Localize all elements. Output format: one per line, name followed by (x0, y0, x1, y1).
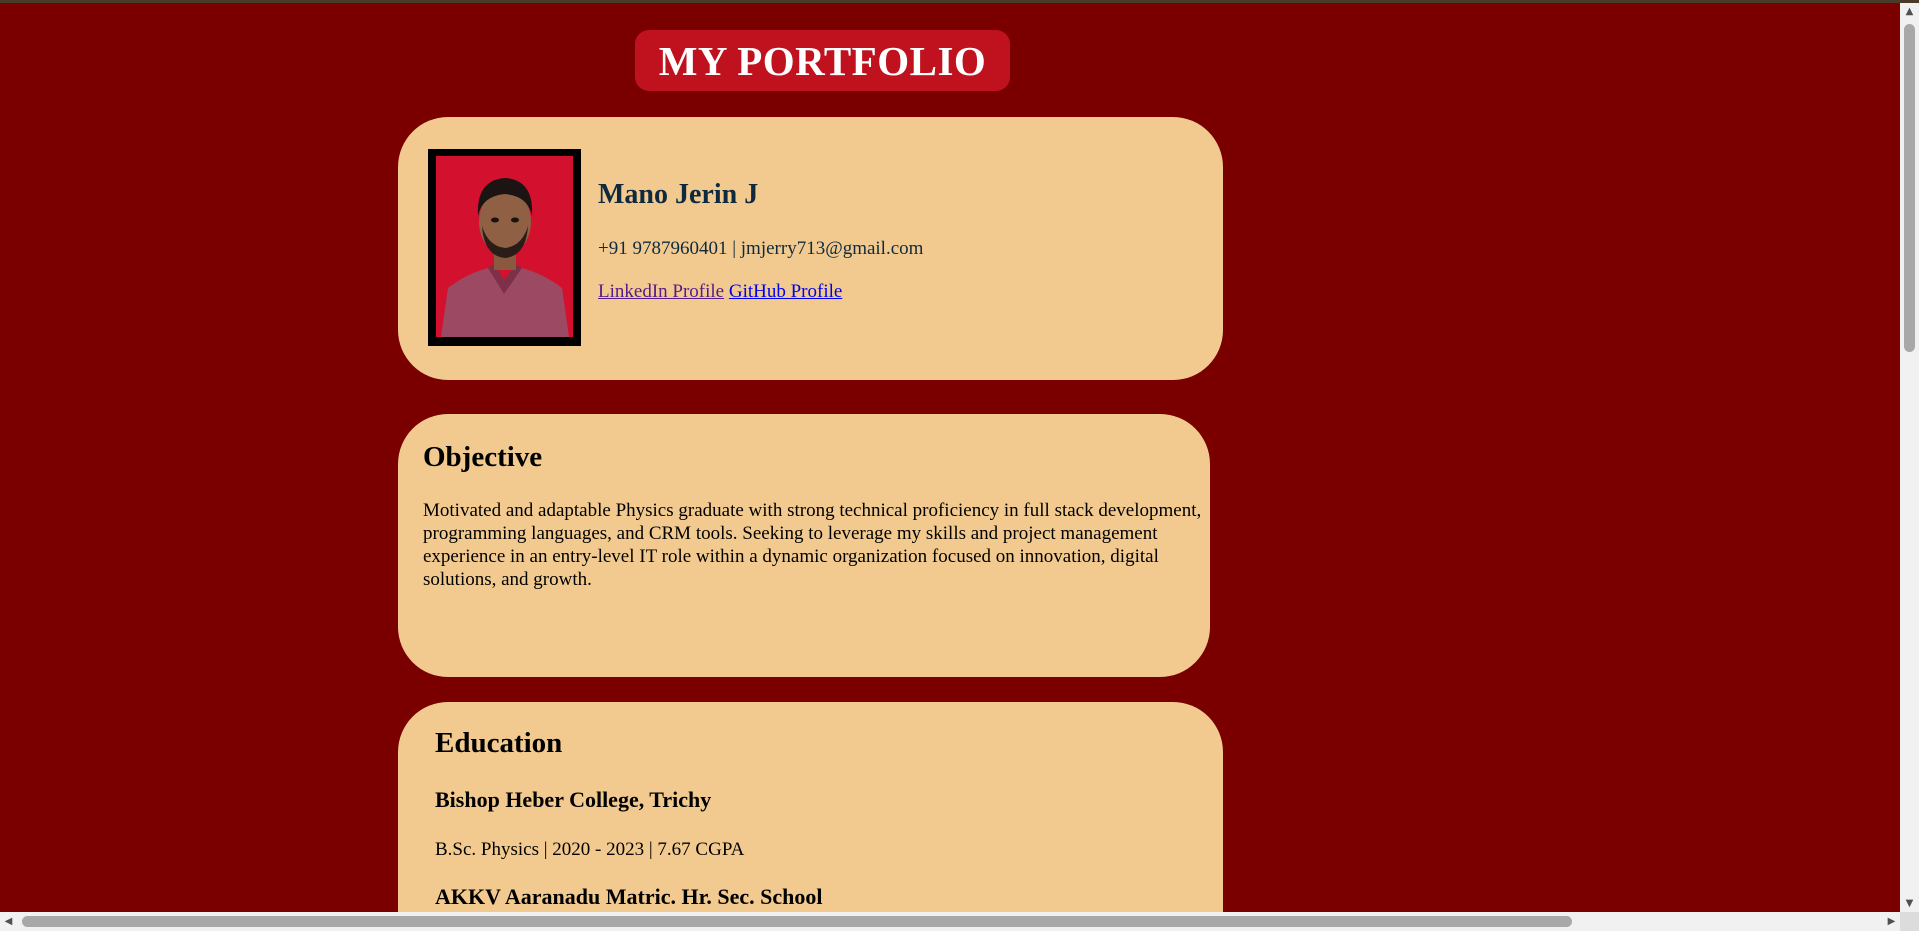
profile-card: Mano Jerin J +91 9787960401 | jmjerry713… (398, 117, 1223, 380)
objective-text: Motivated and adaptable Physics graduate… (423, 500, 1202, 590)
objective-heading: Objective (423, 441, 543, 473)
education-detail: B.Sc. Physics | 2020 - 2023 | 7.67 CGPA (435, 839, 745, 860)
page-title: MY PORTFOLIO (635, 30, 1010, 91)
education-heading: Education (435, 727, 563, 759)
education-card: Education Bishop Heber College, Trichy B… (398, 702, 1223, 912)
scroll-right-arrow-icon[interactable]: ▶ (1883, 912, 1900, 931)
page-viewport: MY PORTFOLIO Mano Jerin J +91 9787960401… (0, 3, 1900, 912)
person-photo-icon (436, 156, 573, 337)
profile-name: Mano Jerin J (598, 179, 759, 210)
scroll-down-arrow-icon[interactable]: ▼ (1900, 895, 1919, 912)
horizontal-scroll-thumb[interactable] (22, 916, 1572, 927)
profile-photo-frame (428, 149, 581, 346)
vertical-scrollbar[interactable]: ▲ ▼ (1900, 3, 1919, 912)
objective-card: Objective Motivated and adaptable Physic… (398, 414, 1210, 677)
scroll-up-arrow-icon[interactable]: ▲ (1900, 3, 1919, 20)
linkedin-link[interactable]: LinkedIn Profile (598, 281, 724, 302)
horizontal-scrollbar[interactable]: ◀ ▶ (0, 912, 1900, 931)
education-school: Bishop Heber College, Trichy (435, 787, 712, 812)
contact-info: +91 9787960401 | jmjerry713@gmail.com (598, 238, 924, 259)
profile-photo (436, 156, 573, 337)
education-school: AKKV Aaranadu Matric. Hr. Sec. School (435, 884, 823, 909)
github-link[interactable]: GitHub Profile (729, 281, 842, 302)
scroll-left-arrow-icon[interactable]: ◀ (0, 912, 17, 931)
vertical-scroll-thumb[interactable] (1904, 24, 1915, 352)
profile-links: LinkedIn Profile GitHub Profile (598, 281, 842, 303)
scrollbar-corner (1900, 912, 1919, 931)
